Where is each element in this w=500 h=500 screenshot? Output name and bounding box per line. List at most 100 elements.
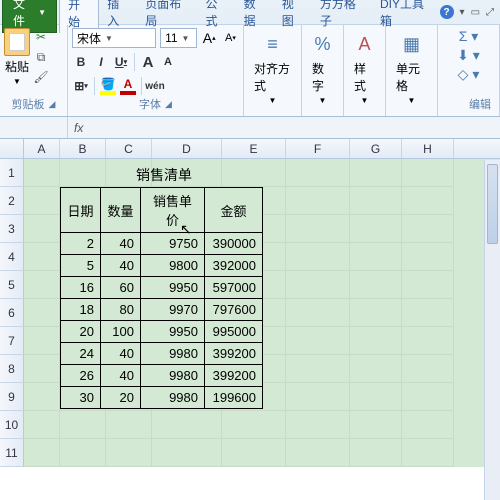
cell[interactable]: 390000 <box>205 233 263 255</box>
cell[interactable] <box>24 271 60 299</box>
col-header[interactable]: F <box>286 139 350 158</box>
cell[interactable] <box>60 159 106 187</box>
cell[interactable] <box>286 243 350 271</box>
cell[interactable] <box>350 383 402 411</box>
expand-icon[interactable]: ⤢ <box>486 7 494 18</box>
cell[interactable]: 597000 <box>205 277 263 299</box>
cell[interactable] <box>402 187 454 215</box>
name-box[interactable] <box>0 117 68 138</box>
cell[interactable] <box>402 355 454 383</box>
cell[interactable] <box>152 439 222 467</box>
help-icon[interactable]: ? <box>440 5 454 19</box>
cell[interactable] <box>350 299 402 327</box>
select-all-corner[interactable] <box>0 139 24 158</box>
cell[interactable] <box>286 187 350 215</box>
cut-button[interactable]: ✂ <box>32 28 50 46</box>
data-table[interactable]: 日期 数量 销售单价 金额 24097503900005409800392000… <box>60 187 263 409</box>
cell[interactable] <box>24 327 60 355</box>
italic-button[interactable]: I <box>92 52 110 72</box>
cell[interactable] <box>152 411 222 439</box>
border-button[interactable]: ⊞▾ <box>72 76 90 96</box>
font-size-combo[interactable]: 11▼ <box>160 28 197 48</box>
cell[interactable]: 18 <box>61 299 101 321</box>
styles-button[interactable]: A 样式 ▼ <box>348 28 381 107</box>
copy-button[interactable]: ⧉ <box>32 48 50 66</box>
col-header[interactable]: G <box>350 139 402 158</box>
col-header[interactable]: H <box>402 139 454 158</box>
vertical-scrollbar[interactable] <box>484 160 500 500</box>
col-header[interactable]: A <box>24 139 60 158</box>
cell[interactable]: 9980 <box>141 365 205 387</box>
scrollbar-thumb[interactable] <box>487 164 498 244</box>
col-header[interactable]: E <box>222 139 286 158</box>
cell[interactable]: 199600 <box>205 387 263 409</box>
cell[interactable] <box>222 159 286 187</box>
cell[interactable] <box>222 411 286 439</box>
cell[interactable]: 20 <box>101 387 141 409</box>
cell[interactable] <box>286 327 350 355</box>
cell[interactable] <box>106 411 152 439</box>
cell[interactable] <box>402 327 454 355</box>
cell[interactable]: 24 <box>61 343 101 365</box>
cell[interactable] <box>24 159 60 187</box>
cell[interactable]: 40 <box>101 255 141 277</box>
cell[interactable] <box>350 327 402 355</box>
cell[interactable] <box>24 383 60 411</box>
cell[interactable] <box>286 299 350 327</box>
cell[interactable]: 16 <box>61 277 101 299</box>
underline-button[interactable]: U▾ <box>112 52 130 72</box>
cell[interactable] <box>402 383 454 411</box>
row-header[interactable]: 3 <box>0 215 24 243</box>
cell[interactable] <box>286 355 350 383</box>
fx-icon[interactable]: fx <box>74 121 83 135</box>
shrink-font-button[interactable]: A▾ <box>222 28 239 48</box>
cell[interactable] <box>24 243 60 271</box>
cell[interactable] <box>350 187 402 215</box>
row-header[interactable]: 7 <box>0 327 24 355</box>
cell[interactable]: 2 <box>61 233 101 255</box>
cell[interactable]: 80 <box>101 299 141 321</box>
format-painter-button[interactable]: 🖌 <box>32 68 50 86</box>
cell[interactable]: 9800 <box>141 255 205 277</box>
cell[interactable] <box>402 411 454 439</box>
cell[interactable] <box>24 439 60 467</box>
cell[interactable] <box>402 215 454 243</box>
col-header[interactable]: D <box>152 139 222 158</box>
cell[interactable] <box>286 271 350 299</box>
alignment-button[interactable]: ≡ 对齐方式 ▼ <box>248 28 297 107</box>
cell[interactable]: 399200 <box>205 365 263 387</box>
cell[interactable]: 797600 <box>205 299 263 321</box>
col-header[interactable]: B <box>60 139 106 158</box>
phonetic-button[interactable]: wén <box>146 76 164 96</box>
number-format-button[interactable]: % 数字 ▼ <box>306 28 339 107</box>
row-header[interactable]: 6 <box>0 299 24 327</box>
cells-button[interactable]: ▦ 单元格 ▼ <box>390 28 433 107</box>
cell[interactable] <box>222 439 286 467</box>
cell[interactable] <box>402 271 454 299</box>
cell[interactable]: 40 <box>101 233 141 255</box>
caret-down-icon[interactable]: ▾ <box>460 7 465 18</box>
cell[interactable]: 9980 <box>141 387 205 409</box>
col-header[interactable]: C <box>106 139 152 158</box>
cell[interactable]: 995000 <box>205 321 263 343</box>
cell[interactable] <box>286 215 350 243</box>
cell[interactable]: 9980 <box>141 343 205 365</box>
cell[interactable]: 9750 <box>141 233 205 255</box>
row-header[interactable]: 9 <box>0 383 24 411</box>
paste-button[interactable]: 粘贴 ▼ <box>4 28 30 86</box>
row-header[interactable]: 11 <box>0 439 24 467</box>
cell[interactable] <box>106 439 152 467</box>
cell[interactable] <box>350 159 402 187</box>
cell[interactable]: 40 <box>101 365 141 387</box>
cell[interactable] <box>24 187 60 215</box>
row-header[interactable]: 2 <box>0 187 24 215</box>
cell[interactable]: 5 <box>61 255 101 277</box>
grow-font-button[interactable]: A▴ <box>201 28 218 48</box>
cell[interactable] <box>286 411 350 439</box>
cell[interactable]: 40 <box>101 343 141 365</box>
row-header[interactable]: 4 <box>0 243 24 271</box>
cell[interactable]: 399200 <box>205 343 263 365</box>
autosum-button[interactable]: Σ ▾ <box>459 28 479 45</box>
font-color-button[interactable]: A <box>119 76 137 96</box>
dialog-launcher-icon[interactable]: ◢ <box>165 99 172 110</box>
